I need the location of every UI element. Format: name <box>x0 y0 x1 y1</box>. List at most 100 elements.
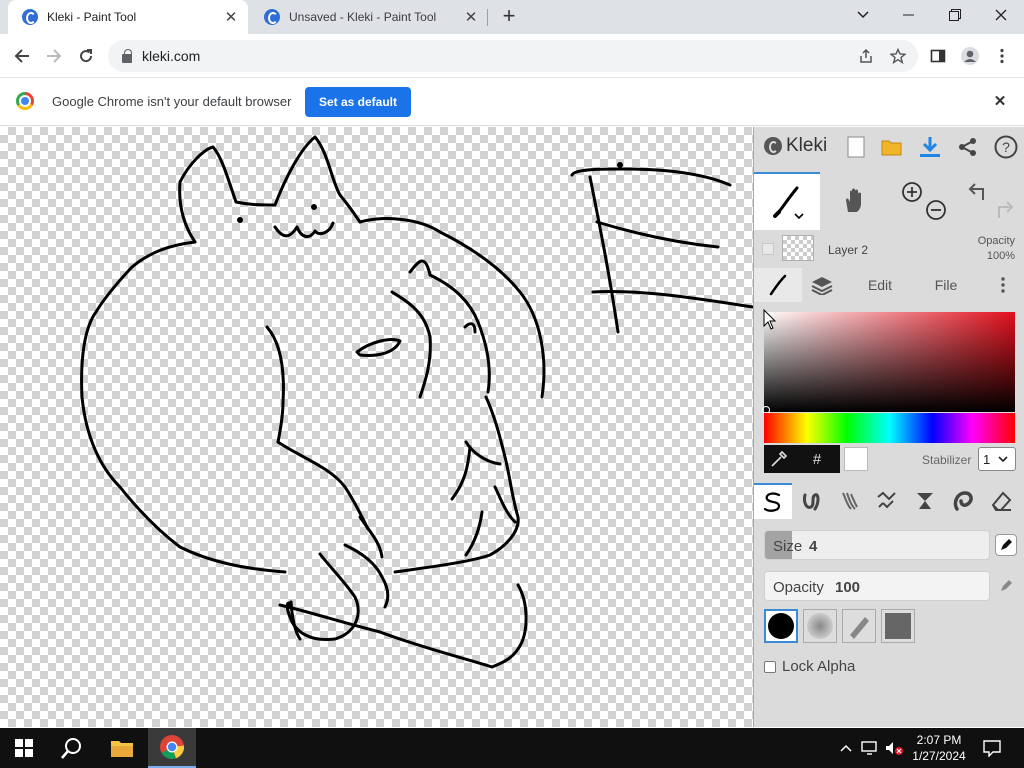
tab-separator <box>487 9 488 26</box>
chisel-brush-button[interactable] <box>842 609 876 643</box>
pen-pressure-icon <box>1001 580 1012 591</box>
chrome-taskbar-icon[interactable] <box>148 728 196 768</box>
color-controls: # Stabilizer 1 <box>764 445 1016 473</box>
tray-chevron-icon[interactable] <box>836 738 856 758</box>
back-icon[interactable] <box>8 42 36 70</box>
eraser-button[interactable] <box>982 483 1020 519</box>
opacity-pressure-toggle[interactable] <box>995 575 1017 597</box>
hue-slider[interactable] <box>764 413 1015 443</box>
blend-brush-button[interactable] <box>792 483 830 519</box>
kleki-top-bar: Kleki ? <box>754 127 1024 167</box>
smudge-brush-button[interactable] <box>944 483 982 519</box>
chrome-logo-icon <box>16 92 34 110</box>
layer-opacity-label: Opacity <box>977 235 1015 247</box>
chrome-menu-icon[interactable] <box>988 42 1016 70</box>
round-soft-icon <box>807 613 833 639</box>
zoom-controls <box>890 172 956 230</box>
pen-brush-button[interactable] <box>754 483 792 519</box>
brush-size-slider[interactable]: Size 4 <box>764 530 990 560</box>
tab-unsaved-kleki[interactable]: Unsaved - Kleki - Paint Tool ✕ <box>250 0 488 34</box>
zoom-in-icon <box>902 182 922 202</box>
tab-close-icon[interactable]: ✕ <box>222 8 240 26</box>
tab-brush[interactable] <box>754 268 802 302</box>
brush-icon <box>773 186 804 220</box>
drawing-canvas[interactable] <box>0 127 753 727</box>
brush-tool-button[interactable] <box>754 172 820 230</box>
layer-thumbnail <box>782 235 814 261</box>
smudge-brush-icon <box>953 491 973 511</box>
window-close-icon[interactable] <box>978 0 1024 30</box>
new-tab-icon[interactable]: + <box>498 5 520 27</box>
file-explorer-icon[interactable] <box>98 728 146 768</box>
tab-close-icon[interactable]: ✕ <box>462 8 480 26</box>
kleki-logo[interactable]: Kleki <box>764 135 827 157</box>
new-image-icon[interactable] <box>842 133 870 161</box>
round-hard-icon <box>768 613 794 639</box>
lock-alpha-checkbox[interactable] <box>764 660 776 673</box>
set-as-default-button[interactable]: Set as default <box>305 87 411 117</box>
infobar-close-icon[interactable]: ✕ <box>990 92 1010 112</box>
minimize-icon[interactable] <box>886 0 932 30</box>
lock-alpha-option[interactable]: Lock Alpha <box>764 658 855 675</box>
reload-icon[interactable] <box>72 42 100 70</box>
notifications-icon[interactable] <box>982 738 1002 758</box>
kleki-favicon-icon <box>22 9 38 25</box>
download-icon[interactable] <box>916 133 944 161</box>
hand-icon <box>846 188 861 212</box>
size-pressure-toggle[interactable] <box>995 534 1017 556</box>
brush-opacity-slider[interactable]: Opacity 100 <box>764 571 990 601</box>
color-saturation-picker[interactable] <box>764 312 1015 412</box>
tab-title: Unsaved - Kleki - Paint Tool <box>289 10 437 24</box>
tab-layers[interactable] <box>802 268 842 302</box>
tab-title: Kleki - Paint Tool <box>47 10 137 24</box>
brush-opacity-label: Opacity <box>773 579 824 596</box>
eyedropper-button[interactable] <box>764 445 794 473</box>
pixel-brush-button[interactable] <box>868 483 906 519</box>
open-folder-icon[interactable] <box>878 133 906 161</box>
profile-avatar-icon[interactable] <box>956 42 984 70</box>
share-icon[interactable] <box>954 133 982 161</box>
windows-taskbar: 2:07 PM 1/27/2024 <box>0 728 1024 768</box>
pen-pressure-icon <box>1001 539 1012 550</box>
tab-edit[interactable]: Edit <box>850 268 910 302</box>
layer-opacity: Opacity 100% <box>978 234 1015 264</box>
url-text: kleki.com <box>142 48 201 64</box>
bookmark-star-icon[interactable] <box>884 42 912 70</box>
layer-visibility-checkbox[interactable] <box>762 243 774 255</box>
chevron-down-icon <box>998 456 1008 462</box>
share-page-icon[interactable] <box>852 42 880 70</box>
stabilizer-select[interactable]: 1 <box>978 447 1016 471</box>
round-soft-brush-button[interactable] <box>803 609 837 643</box>
tab-file[interactable]: File <box>916 268 976 302</box>
tab-kleki[interactable]: Kleki - Paint Tool ✕ <box>8 0 248 34</box>
tool-selector <box>754 172 1024 230</box>
hand-tool-button[interactable] <box>822 172 888 230</box>
network-icon[interactable] <box>860 738 880 758</box>
side-panel-icon[interactable] <box>924 42 952 70</box>
hex-input-button[interactable]: # <box>794 445 840 473</box>
brush-tab-icon <box>769 274 787 296</box>
forward-icon[interactable] <box>40 42 68 70</box>
brush-opacity-value: 100 <box>835 579 861 596</box>
square-brush-button[interactable] <box>881 609 915 643</box>
restore-icon[interactable] <box>932 0 978 30</box>
sketchy-brush-button[interactable] <box>830 483 868 519</box>
address-bar[interactable]: kleki.com <box>108 40 918 72</box>
layer-name: Layer 2 <box>828 243 869 257</box>
chemy-brush-button[interactable] <box>906 483 944 519</box>
kleki-logo-icon <box>764 137 782 155</box>
current-color-swatch[interactable] <box>844 447 868 471</box>
taskbar-search-icon[interactable] <box>48 728 96 768</box>
round-hard-brush-button[interactable] <box>764 609 798 643</box>
tab-search-icon[interactable] <box>840 0 886 30</box>
clock-time: 2:07 PM <box>916 733 962 747</box>
brush-shape-row <box>764 609 1015 645</box>
brush-type-row <box>754 483 1024 519</box>
undo-icon <box>968 183 984 200</box>
taskbar-clock[interactable]: 2:07 PM 1/27/2024 <box>900 732 978 764</box>
help-icon[interactable]: ? <box>992 133 1020 161</box>
current-layer-row[interactable]: Layer 2 Opacity 100% <box>754 231 1024 267</box>
more-options-icon[interactable] <box>988 268 1018 302</box>
windows-start-icon[interactable] <box>0 728 48 768</box>
sketchy-brush-icon <box>842 492 858 510</box>
